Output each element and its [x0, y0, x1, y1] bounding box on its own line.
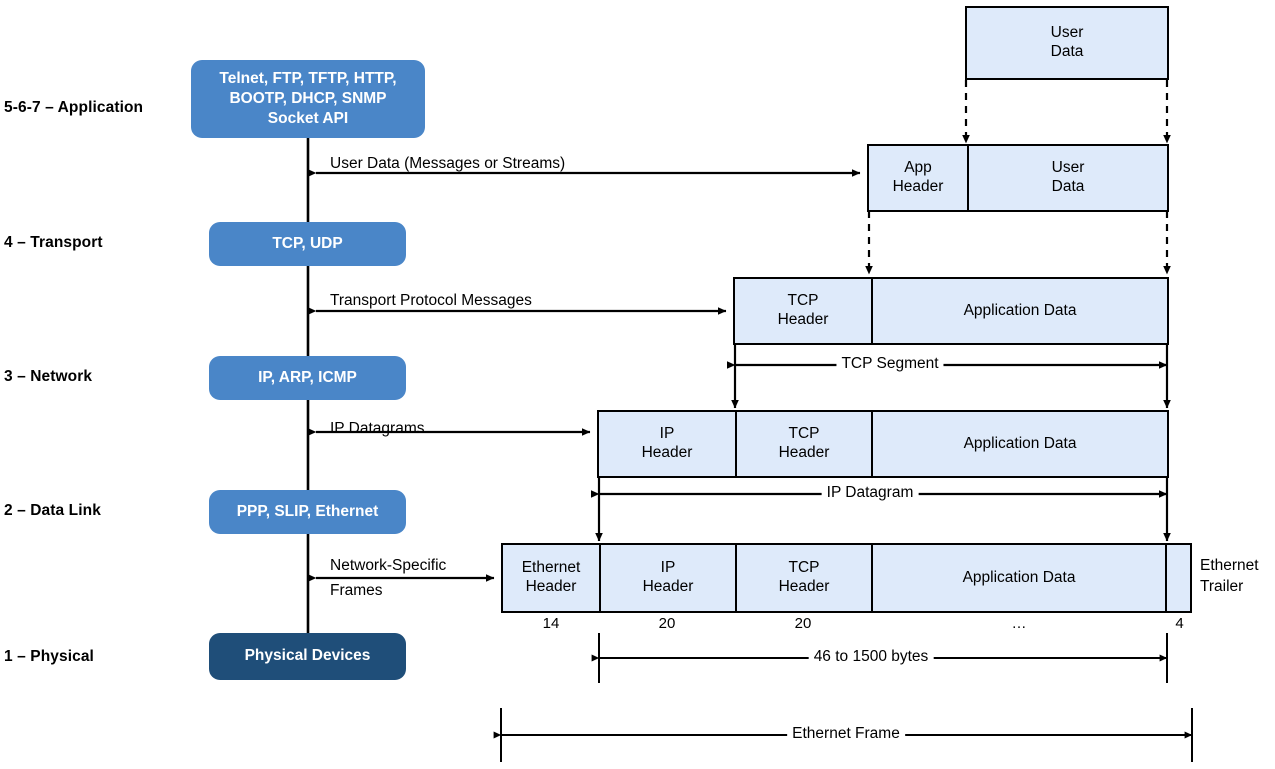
byte-count-ethernet-trailer: 4 [1175, 615, 1184, 632]
interface-label-network-frames-line2: Frames [330, 582, 383, 599]
pdu-cell-line: Application Data [962, 568, 1076, 586]
byte-count-ethernet-header: 14 [542, 615, 560, 632]
pdu-cell-line: App [904, 159, 932, 177]
span-label-46-to-1500-bytes: 46 to 1500 bytes [808, 648, 934, 666]
pdu-cell-tcp-header: TCP Header [735, 412, 871, 476]
pdu-cell-line: IP [659, 425, 675, 443]
pdu-cell-line: Data [1050, 43, 1084, 60]
protocol-box-application[interactable]: Telnet, FTP, TFTP, HTTP, BOOTP, DHCP, SN… [191, 60, 425, 138]
span-label-ip-datagram: IP Datagram [821, 484, 919, 502]
interface-label-network-frames-line1: Network-Specific [330, 557, 447, 574]
protocol-line: IP, ARP, ICMP [258, 368, 357, 386]
pdu-row-user-data: User Data [965, 6, 1169, 80]
pdu-cell-line: Ethernet [521, 559, 581, 577]
pdu-cell-line: Header [892, 178, 944, 195]
protocol-stack-diagram: 5-6-7 – Application 4 – Transport 3 – Ne… [0, 0, 1275, 769]
pdu-cell-line: Header [525, 578, 577, 595]
pdu-cell-ip-header: IP Header [599, 412, 735, 476]
pdu-cell-line: TCP [788, 425, 820, 443]
protocol-line: BOOTP, DHCP, SNMP [229, 89, 387, 107]
pdu-cell-ethernet-trailer [1165, 545, 1190, 611]
byte-count-ip-header: 20 [658, 615, 676, 632]
interface-label-transport-messages: Transport Protocol Messages [330, 292, 532, 309]
pdu-cell-line: IP [660, 559, 676, 577]
pdu-cell-user-data: User Data [967, 146, 1167, 210]
pdu-row-ip-datagram: IP Header TCP Header Application Data [597, 410, 1169, 478]
layer-label-physical: 1 – Physical [4, 648, 94, 665]
protocol-line: Physical Devices [244, 647, 371, 665]
pdu-cell-line: Application Data [963, 434, 1077, 452]
pdu-cell-application-data: Application Data [871, 412, 1167, 476]
ethernet-trailer-label-line2: Trailer [1200, 578, 1244, 595]
protocol-box-data-link[interactable]: PPP, SLIP, Ethernet [209, 490, 406, 534]
pdu-cell-line: TCP [787, 292, 819, 310]
pdu-cell-application-data: Application Data [871, 545, 1165, 611]
pdu-cell-line: Header [778, 578, 830, 595]
pdu-cell-line: User [1051, 159, 1085, 177]
layer-label-application: 5-6-7 – Application [4, 99, 144, 116]
pdu-cell-ip-header: IP Header [599, 545, 735, 611]
protocol-line: PPP, SLIP, Ethernet [236, 502, 379, 520]
pdu-cell-line: Header [641, 444, 693, 461]
layer-label-network: 3 – Network [4, 368, 93, 385]
span-label-ethernet-frame: Ethernet Frame [787, 725, 905, 743]
protocol-line: Telnet, FTP, TFTP, HTTP, [219, 69, 397, 87]
pdu-cell-tcp-header: TCP Header [735, 279, 871, 343]
ethernet-trailer-label-line1: Ethernet [1200, 557, 1259, 574]
protocol-box-transport[interactable]: TCP, UDP [209, 222, 406, 266]
pdu-cell-line: Header [777, 311, 829, 328]
interface-label-ip-datagrams: IP Datagrams [330, 420, 425, 437]
pdu-cell-tcp-header: TCP Header [735, 545, 871, 611]
pdu-cell-line: User [1050, 24, 1084, 42]
pdu-row-tcp-segment: TCP Header Application Data [733, 277, 1169, 345]
pdu-cell-user-data: User Data [967, 8, 1167, 78]
protocol-box-physical[interactable]: Physical Devices [209, 633, 406, 680]
pdu-cell-line: TCP [788, 559, 820, 577]
pdu-cell-line: Header [778, 444, 830, 461]
pdu-cell-line: Application Data [963, 301, 1077, 319]
layer-label-data-link: 2 – Data Link [4, 502, 101, 519]
pdu-cell-line: Header [642, 578, 694, 595]
protocol-line: TCP, UDP [272, 234, 343, 252]
pdu-cell-ethernet-header: Ethernet Header [503, 545, 599, 611]
pdu-cell-app-header: App Header [869, 146, 967, 210]
protocol-line: Socket API [267, 110, 349, 128]
interface-label-user-data: User Data (Messages or Streams) [330, 155, 566, 172]
pdu-row-ethernet-frame: Ethernet Header IP Header TCP Header App… [501, 543, 1192, 613]
byte-count-tcp-header: 20 [794, 615, 812, 632]
pdu-cell-line: Data [1051, 178, 1085, 195]
layer-label-transport: 4 – Transport [4, 234, 103, 251]
byte-count-application-data: … [1011, 615, 1027, 632]
span-label-tcp-segment: TCP Segment [836, 355, 944, 373]
protocol-box-network[interactable]: IP, ARP, ICMP [209, 356, 406, 400]
pdu-cell-application-data: Application Data [871, 279, 1167, 343]
pdu-row-app-message: App Header User Data [867, 144, 1169, 212]
